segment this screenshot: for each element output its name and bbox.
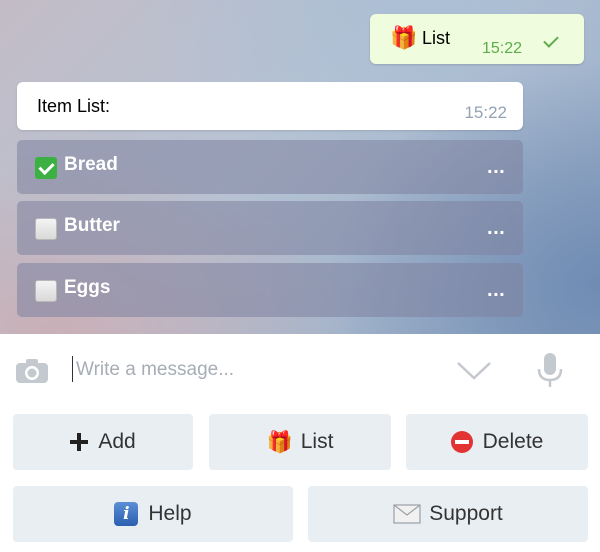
message-text: Item List: (37, 96, 111, 116)
inline-button-eggs[interactable]: Eggs ... (17, 263, 523, 317)
unchecked-box-icon (35, 280, 57, 302)
button-label: List (300, 430, 334, 453)
button-label: Help (148, 502, 192, 525)
more-icon: ... (486, 281, 505, 300)
message-input[interactable] (76, 354, 436, 386)
delete-button[interactable]: Delete (406, 414, 588, 470)
chevron-down-icon[interactable] (456, 358, 492, 382)
info-icon: i (114, 502, 139, 526)
gift-icon: 🎁 (266, 430, 293, 454)
read-check-icon (543, 32, 559, 48)
microphone-icon[interactable] (536, 352, 564, 388)
no-entry-icon (450, 431, 473, 453)
inline-button-bread[interactable]: Bread ... (17, 140, 523, 194)
gift-icon: 🎁 (390, 26, 418, 51)
button-label: Add (98, 430, 136, 453)
outgoing-message[interactable]: 🎁 List 15:22 (370, 14, 584, 64)
more-icon: ... (486, 158, 505, 177)
button-label: Delete (482, 430, 544, 453)
more-icon: ... (486, 219, 505, 238)
message-time: 15:22 (482, 40, 523, 57)
envelope-icon (393, 504, 421, 524)
help-button[interactable]: i Help (13, 486, 293, 542)
inline-button-label: Bread (64, 154, 118, 175)
inline-button-label: Butter (64, 215, 120, 236)
checked-box-icon (35, 157, 57, 179)
incoming-message[interactable]: Item List: 15:22 (17, 82, 523, 130)
message-time: 15:22 (464, 103, 507, 122)
unchecked-box-icon (35, 218, 57, 240)
chat-area: 🎁 List 15:22 Item List: 15:22 Bread ... … (0, 0, 600, 334)
camera-icon[interactable] (15, 358, 49, 384)
list-button[interactable]: 🎁 List (209, 414, 391, 470)
message-text: List (422, 28, 451, 48)
plus-icon (70, 433, 89, 451)
inline-button-label: Eggs (64, 277, 111, 298)
message-composer (0, 334, 600, 406)
support-button[interactable]: Support (308, 486, 588, 542)
add-button[interactable]: Add (13, 414, 193, 470)
text-caret (72, 356, 73, 382)
button-label: Support (429, 502, 503, 525)
inline-button-butter[interactable]: Butter ... (17, 201, 523, 255)
